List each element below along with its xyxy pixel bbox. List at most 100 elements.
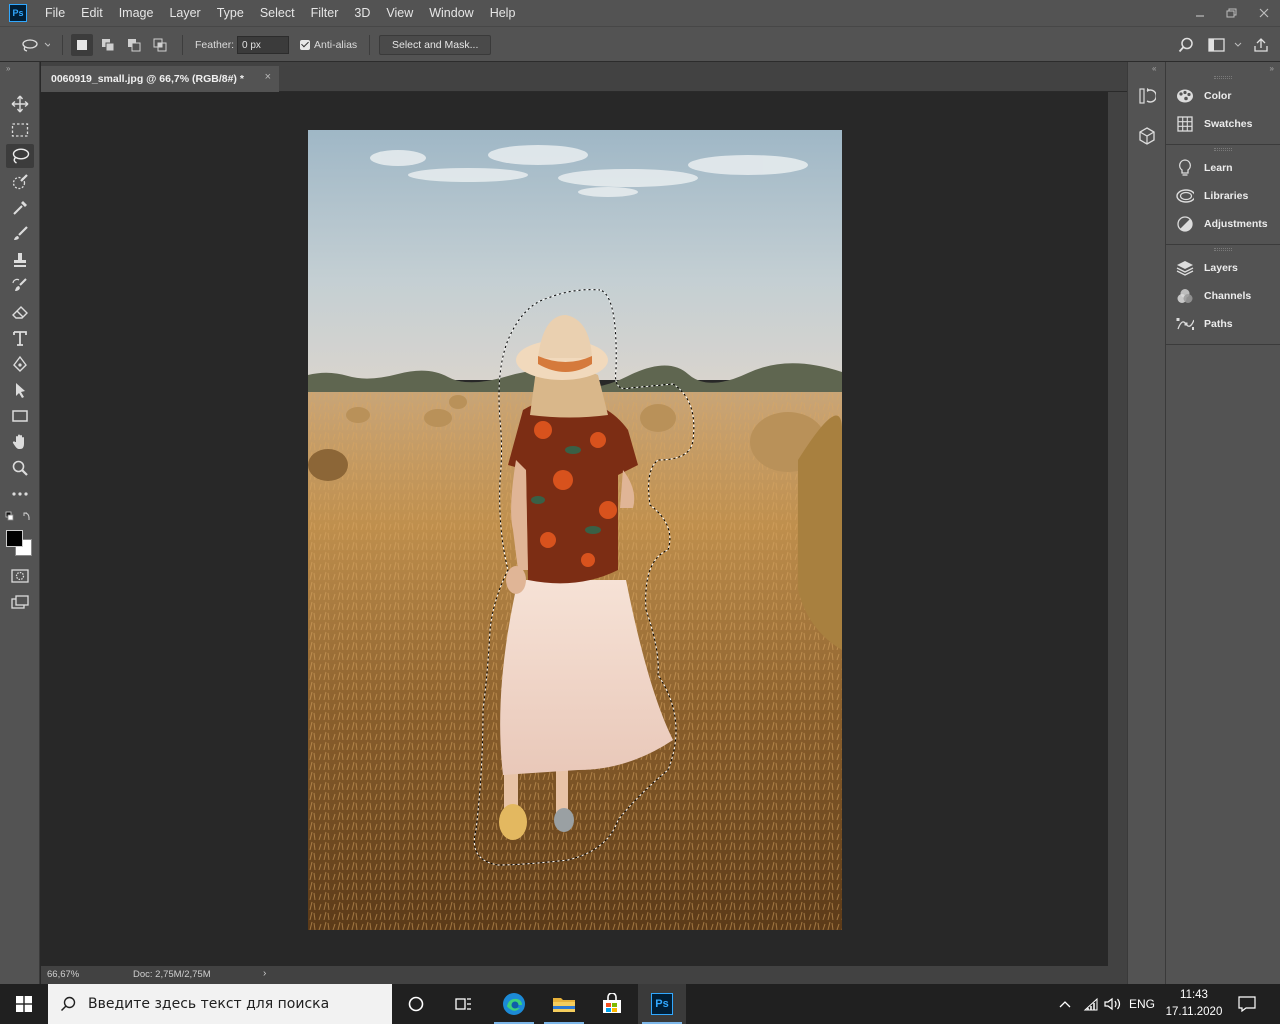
minimize-icon [1196, 15, 1204, 17]
intersect-selection-button[interactable] [149, 34, 171, 56]
show-hidden-icons-button[interactable] [1054, 984, 1076, 1024]
zoom-tool[interactable] [6, 456, 34, 480]
search-button[interactable] [1178, 27, 1194, 63]
close-button[interactable] [1248, 0, 1280, 26]
store-bag-icon [603, 993, 621, 1013]
taskbar-clock[interactable]: 11:43 17.11.2020 [1160, 987, 1228, 1021]
collapse-strip-icon[interactable]: « [1152, 64, 1156, 73]
3d-panel-button[interactable] [1138, 126, 1156, 151]
menu-help[interactable]: Help [482, 0, 524, 26]
hand-tool[interactable] [6, 430, 34, 454]
start-button[interactable] [0, 984, 48, 1024]
photoshop-app-icon: Ps [651, 993, 673, 1015]
group-grip[interactable] [1166, 144, 1280, 154]
collapse-toolbar-icon[interactable]: » [6, 64, 10, 73]
history-panel-button[interactable] [1138, 86, 1157, 111]
menu-type[interactable]: Type [209, 0, 252, 26]
type-icon [13, 331, 27, 346]
history-brush-tool[interactable] [6, 274, 34, 298]
store-app-button[interactable] [588, 984, 636, 1024]
feather-input[interactable] [237, 36, 289, 54]
collapsed-panel-strip: « [1127, 62, 1166, 984]
lasso-tool[interactable] [6, 144, 34, 168]
color-panel-button[interactable]: Color [1166, 82, 1280, 110]
group-grip[interactable] [1166, 244, 1280, 254]
adjustments-panel-button[interactable]: Adjustments [1166, 210, 1280, 238]
eraser-tool[interactable] [6, 300, 34, 324]
menu-filter[interactable]: Filter [303, 0, 347, 26]
photoshop-taskbar-button[interactable]: Ps [638, 984, 686, 1024]
screen-mode-button[interactable] [6, 590, 34, 614]
clone-stamp-tool[interactable] [6, 248, 34, 272]
hand-icon [12, 434, 24, 449]
chevron-up-icon [1059, 1001, 1071, 1008]
default-colors-icon[interactable] [4, 511, 32, 523]
menu-layer[interactable]: Layer [161, 0, 208, 26]
feather-label: Feather: [195, 39, 235, 51]
menu-view[interactable]: View [378, 0, 421, 26]
close-tab-button[interactable]: × [265, 71, 271, 83]
volume-control[interactable] [1102, 984, 1124, 1024]
menu-3d[interactable]: 3D [346, 0, 378, 26]
zoom-level-field[interactable]: 66,67% [47, 969, 79, 980]
menu-window[interactable]: Window [421, 0, 481, 26]
layers-panel-button[interactable]: Layers [1166, 254, 1280, 282]
new-selection-button[interactable] [71, 34, 93, 56]
edit-toolbar-button[interactable] [6, 482, 34, 506]
document-tab[interactable]: 0060919_small.jpg @ 66,7% (RGB/8#) * × [41, 66, 279, 92]
taskbar-search-box[interactable]: Введите здесь текст для поиска [48, 984, 392, 1024]
vertical-scrollbar[interactable] [1108, 92, 1127, 966]
pen-tool[interactable] [6, 352, 34, 376]
swatches-panel-button[interactable]: Swatches [1166, 110, 1280, 138]
type-tool[interactable] [6, 326, 34, 350]
share-button[interactable] [1254, 27, 1268, 63]
3d-cube-icon [1139, 127, 1155, 145]
paths-panel-button[interactable]: Paths [1166, 310, 1280, 338]
layers-panel-label: Layers [1204, 262, 1238, 274]
tool-preset-picker[interactable] [20, 27, 50, 63]
edge-app-button[interactable] [490, 984, 538, 1024]
channels-panel-button[interactable]: Channels [1166, 282, 1280, 310]
eyedropper-tool[interactable] [6, 196, 34, 220]
document-size-info: Doc: 2,75M/2,75M [133, 969, 211, 980]
learn-panel-button[interactable]: Learn [1166, 154, 1280, 182]
brush-tool[interactable] [6, 222, 34, 246]
menu-file[interactable]: File [37, 0, 73, 26]
libraries-panel-button[interactable]: Libraries [1166, 182, 1280, 210]
adjustments-icon [1176, 215, 1194, 233]
antialias-label: Anti-alias [314, 39, 358, 51]
select-and-mask-button[interactable]: Select and Mask... [379, 35, 492, 55]
workspace-switcher[interactable] [1208, 27, 1244, 63]
menu-select[interactable]: Select [252, 0, 303, 26]
restore-button[interactable] [1216, 0, 1248, 26]
antialias-checkbox[interactable]: Anti-alias [300, 27, 357, 63]
move-tool[interactable] [6, 92, 34, 116]
menu-edit[interactable]: Edit [73, 0, 111, 26]
panel-dock: » Color Swatches Learn Libraries Adjustm… [1166, 62, 1280, 984]
quick-selection-tool[interactable] [6, 170, 34, 194]
file-explorer-button[interactable] [540, 984, 588, 1024]
windows-logo-icon [16, 996, 32, 1012]
menu-bar: Ps File Edit Image Layer Type Select Fil… [0, 0, 1280, 26]
subtract-from-selection-button[interactable] [123, 34, 145, 56]
action-center-button[interactable] [1232, 984, 1262, 1024]
learn-panel-label: Learn [1204, 162, 1233, 174]
color-defaults-row [4, 510, 34, 524]
task-view-button[interactable] [440, 984, 488, 1024]
status-menu-arrow[interactable]: › [263, 968, 266, 979]
add-to-selection-button[interactable] [97, 34, 119, 56]
cortana-button[interactable] [392, 984, 440, 1024]
menu-image[interactable]: Image [111, 0, 162, 26]
foreground-color-swatch[interactable] [6, 530, 23, 547]
path-selection-tool[interactable] [6, 378, 34, 402]
folder-icon [553, 998, 575, 1012]
marquee-tool[interactable] [6, 118, 34, 142]
input-language[interactable]: ENG [1126, 984, 1158, 1024]
network-status[interactable] [1080, 984, 1102, 1024]
group-grip[interactable] [1166, 72, 1280, 82]
swatches-grid-icon [1176, 115, 1194, 133]
rectangle-tool[interactable] [6, 404, 34, 428]
document-image[interactable] [308, 130, 842, 930]
quick-mask-button[interactable] [6, 564, 34, 588]
minimize-button[interactable] [1184, 0, 1216, 26]
